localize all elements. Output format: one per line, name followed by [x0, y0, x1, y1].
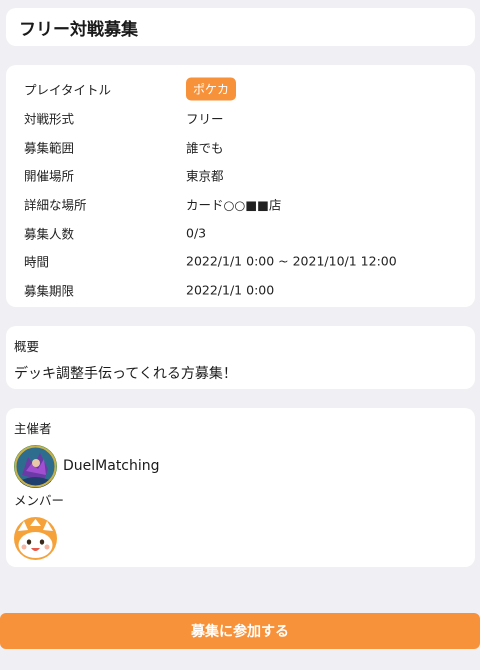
game-tag: ポケカ [186, 77, 237, 101]
detail-row-scope: 募集範囲 誰でも [6, 132, 475, 161]
member-row [14, 516, 467, 560]
member-heading: メンバー [14, 493, 65, 508]
join-button[interactable]: 募集に参加する [0, 613, 480, 649]
detail-row-time: 時間 2022/1/1 0:00 ~ 2021/10/1 12:00 [6, 247, 475, 276]
detail-label: 募集期限 [24, 283, 75, 299]
detail-label: 募集範囲 [24, 140, 75, 156]
summary-card: 概要 デッキ調整手伝ってくれる方募集！ [6, 326, 475, 389]
detail-card: プレイタイトル ポケカ 対戦形式 フリー 募集範囲 誰でも 開催場所 東京都 詳… [6, 65, 475, 307]
detail-label: 開催場所 [24, 168, 75, 184]
host-avatar[interactable] [14, 444, 57, 488]
detail-row-capacity: 募集人数 0/3 [6, 218, 475, 247]
host-name: DuelMatching [63, 458, 160, 474]
title-card: フリー対戦募集 [6, 8, 475, 46]
page-title: フリー対戦募集 [19, 19, 138, 40]
member-avatar-image [14, 516, 57, 560]
detail-label: 詳細な場所 [24, 197, 87, 213]
detail-value: 東京都 [186, 168, 224, 184]
detail-label: 時間 [24, 254, 50, 270]
host-heading: 主催者 [14, 421, 52, 436]
detail-row-format: 対戦形式 フリー [6, 104, 475, 133]
detail-label: プレイタイトル [24, 82, 112, 98]
detail-value: 2022/1/1 0:00 ~ 2021/10/1 12:00 [186, 253, 397, 269]
detail-label: 対戦形式 [24, 111, 75, 127]
detail-value: 2022/1/1 0:00 [186, 282, 275, 298]
detail-row-deadline: 募集期限 2022/1/1 0:00 [6, 276, 475, 305]
detail-row-venue: 開催場所 東京都 [6, 161, 475, 190]
detail-row-play-title: プレイタイトル ポケカ [6, 75, 475, 104]
detail-value: カード○○■■店 [186, 197, 282, 213]
member-avatar[interactable] [14, 516, 57, 560]
summary-heading: 概要 [14, 339, 40, 354]
summary-text: デッキ調整手伝ってくれる方募集！ [14, 366, 237, 382]
detail-label: 募集人数 [24, 226, 75, 242]
detail-value: 0/3 [186, 225, 207, 241]
detail-value: フリー [186, 111, 224, 127]
people-card: 主催者 DuelMatching メンバー [6, 408, 475, 567]
detail-row-detailed-venue: 詳細な場所 カード○○■■店 [6, 190, 475, 219]
host-row[interactable]: DuelMatching [14, 444, 467, 488]
host-avatar-image [14, 444, 57, 488]
detail-value: 誰でも [186, 140, 224, 156]
